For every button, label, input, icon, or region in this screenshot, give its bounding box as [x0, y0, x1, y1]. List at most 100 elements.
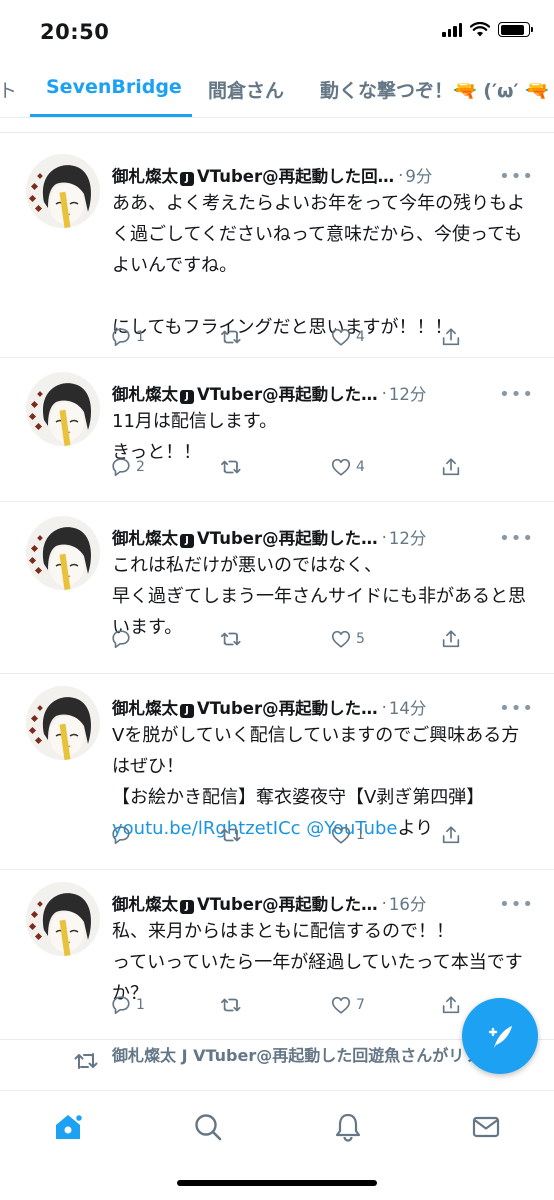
avatar[interactable]: [26, 882, 100, 956]
tweet-timestamp[interactable]: 16分: [389, 891, 427, 915]
like-button[interactable]: 4: [330, 326, 365, 348]
tweet-header: 御札燦太 J VTuber@再起動した回… · 9分 •••: [112, 162, 534, 188]
separator-dot: ·: [381, 527, 387, 547]
retweet-button[interactable]: [220, 824, 246, 846]
share-icon: [442, 996, 460, 1014]
tweet-actions: 1: [110, 824, 470, 848]
tweet-header: 御札燦太 J VTuber@再起動した… · 12分 •••: [112, 380, 534, 406]
display-name[interactable]: 御札燦太 J VTuber@再起動した…: [112, 525, 378, 549]
reply-button[interactable]: [110, 824, 136, 846]
tweet-header: 御札燦太 J VTuber@再起動した… · 12分 •••: [112, 524, 534, 550]
retweet-icon: [221, 998, 241, 1012]
tweet-timestamp[interactable]: 9分: [405, 163, 432, 187]
retweet-button[interactable]: [220, 456, 246, 478]
reply-button[interactable]: 2: [110, 456, 145, 478]
share-button[interactable]: [440, 824, 462, 846]
like-icon: [331, 328, 351, 346]
reply-count: 2: [136, 459, 145, 475]
reply-count: 1: [136, 997, 145, 1013]
more-options-icon[interactable]: •••: [499, 384, 534, 405]
share-icon: [442, 458, 460, 476]
tweet-header: 御札燦太 J VTuber@再起動した… · 16分 •••: [112, 890, 534, 916]
like-count: 1: [356, 827, 365, 843]
tweet[interactable]: 御札燦太 J VTuber@再起動した… · 12分 ••• これは私だけが悪いので…: [0, 502, 554, 674]
avatar[interactable]: [26, 516, 100, 590]
retweet-button[interactable]: [220, 326, 246, 348]
tweet-timestamp[interactable]: 14分: [389, 695, 427, 719]
display-name[interactable]: 御札燦太 J VTuber@再起動した…: [112, 381, 378, 405]
more-options-icon[interactable]: •••: [499, 166, 534, 187]
retweet-indicator-icon: [74, 1053, 98, 1069]
reply-icon: [112, 630, 130, 649]
display-name[interactable]: 御札燦太 J VTuber@再起動した…: [112, 695, 378, 719]
tweet-timestamp[interactable]: 12分: [389, 381, 427, 405]
search-icon: [195, 1114, 222, 1141]
reply-button[interactable]: [110, 628, 136, 650]
wifi-icon: [470, 22, 490, 37]
active-tab-indicator: [30, 114, 192, 117]
display-name[interactable]: 御札燦太 J VTuber@再起動した…: [112, 891, 378, 915]
tweet[interactable]: 御札燦太 J VTuber@再起動した… · 12分 ••• 11月は配信します。 …: [0, 358, 554, 502]
reply-icon: [112, 328, 130, 347]
tab-overflow-left[interactable]: ト: [0, 76, 17, 103]
tab-ugokuna[interactable]: 動くな撃つぞ！🔫 (′ω′ 🔫: [320, 76, 549, 103]
share-button[interactable]: [440, 456, 462, 478]
tab-makura-san[interactable]: 間倉さん: [208, 76, 284, 103]
more-options-icon[interactable]: •••: [499, 528, 534, 549]
nav-home[interactable]: [46, 1105, 90, 1149]
nav-notifications[interactable]: [326, 1105, 370, 1149]
reply-icon: [112, 458, 130, 477]
reply-button[interactable]: 1: [110, 326, 145, 348]
avatar[interactable]: [26, 372, 100, 446]
reply-button[interactable]: 1: [110, 994, 145, 1016]
nav-search[interactable]: [186, 1105, 230, 1149]
like-button[interactable]: 5: [330, 628, 365, 650]
like-button[interactable]: 7: [330, 994, 365, 1016]
more-options-icon[interactable]: •••: [499, 698, 534, 719]
j-badge-icon: J: [180, 390, 194, 404]
separator-dot: ·: [381, 383, 387, 403]
nav-messages[interactable]: [464, 1105, 508, 1149]
share-button[interactable]: [440, 994, 462, 1016]
tweet[interactable]: 御札燦太 J VTuber@再起動した… · 14分 ••• Vを脱がしていく配信し…: [0, 674, 554, 870]
j-badge-icon: J: [180, 704, 194, 718]
j-badge-icon: J: [180, 534, 194, 548]
j-badge-icon: J: [180, 172, 194, 186]
share-icon: [442, 826, 460, 844]
like-count: 7: [356, 997, 365, 1013]
tweet-timestamp[interactable]: 12分: [389, 525, 427, 549]
avatar[interactable]: [26, 154, 100, 228]
like-icon: [331, 630, 351, 648]
more-options-icon[interactable]: •••: [499, 894, 534, 915]
like-count: 5: [356, 631, 365, 647]
battery-icon: [498, 22, 533, 37]
avatar[interactable]: [26, 686, 100, 760]
compose-tweet-button[interactable]: [462, 998, 538, 1074]
display-name[interactable]: 御札燦太 J VTuber@再起動した回…: [112, 163, 394, 187]
retweet-button[interactable]: [220, 628, 246, 650]
like-button[interactable]: 1: [330, 824, 365, 846]
tweet-body: ああ、よく考えたらよいお年をって今年の残りもよく過ごしてくださいねって意味だから…: [112, 188, 532, 343]
share-button[interactable]: [440, 326, 462, 348]
cellular-signal-icon: [442, 22, 462, 37]
tweet[interactable]: 御札燦太 J VTuber@再起動した回… · 9分 ••• ああ、よく考えたらよい…: [0, 132, 554, 358]
status-bar: 20:50: [0, 0, 554, 64]
like-button[interactable]: 4: [330, 456, 365, 478]
bell-icon: [335, 1113, 361, 1142]
like-icon: [331, 458, 351, 476]
j-badge-icon: J: [180, 900, 194, 914]
tweet-text: これは私だけが悪いのではなく、 早く過ぎてしまう一年さんサイドにも非があると思い…: [112, 555, 526, 638]
like-icon: [331, 996, 351, 1014]
tweet-actions: 1 7: [110, 994, 470, 1018]
tweet-text: Vを脱がしていく配信していますのでご興味ある方はぜひ！ 【お絵かき配信】奪衣婆夜…: [112, 725, 520, 808]
tab-sevenbridge[interactable]: SevenBridge: [46, 76, 182, 98]
status-time: 20:50: [40, 20, 110, 44]
share-button[interactable]: [440, 628, 462, 650]
retweet-icon: [221, 632, 241, 646]
timeline-feed[interactable]: 御札燦太 J VTuber@再起動した回… · 9分 ••• ああ、よく考えたらよい…: [0, 118, 554, 1090]
retweet-button[interactable]: [220, 994, 246, 1016]
tweet-header: 御札燦太 J VTuber@再起動した… · 14分 •••: [112, 694, 534, 720]
tweet-actions: 2 4: [110, 456, 470, 480]
tweet-actions: 5: [110, 628, 470, 652]
share-icon: [442, 328, 460, 346]
